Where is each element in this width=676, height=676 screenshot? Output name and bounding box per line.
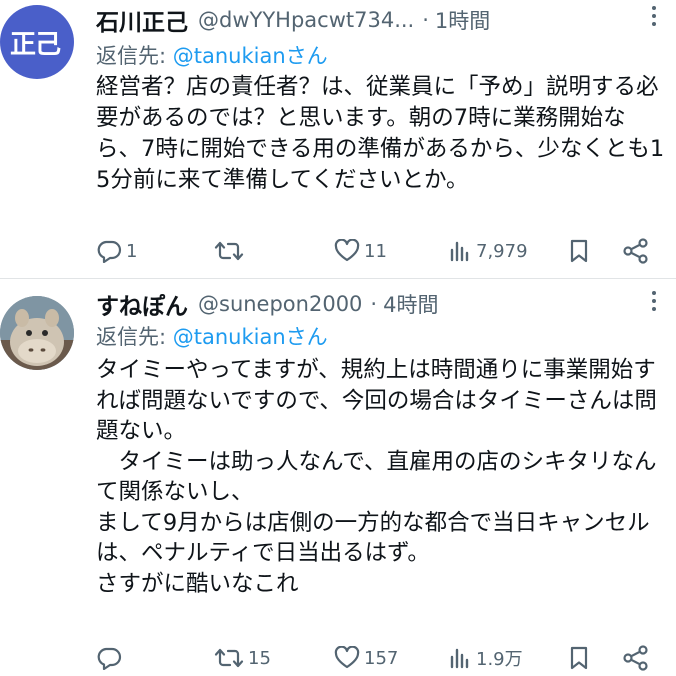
like-button[interactable]: 157	[334, 641, 398, 675]
reply-to-line: 返信先: @tanukianさん	[96, 321, 328, 351]
display-name[interactable]: すねぽん	[96, 287, 188, 321]
share-icon	[623, 645, 648, 671]
like-count: 157	[364, 647, 399, 669]
action-bar: 15 157 1.9万	[96, 641, 652, 675]
like-button[interactable]: 11	[334, 234, 387, 268]
avatar[interactable]	[0, 296, 74, 370]
timestamp[interactable]: 1時間	[435, 5, 490, 35]
reply-icon	[97, 647, 122, 670]
timestamp[interactable]: 4時間	[383, 289, 438, 319]
hippo-avatar-image	[0, 296, 74, 370]
action-bar: 1 11 7,979	[96, 234, 652, 268]
share-icon	[623, 238, 648, 264]
bookmark-button[interactable]	[568, 234, 590, 268]
tweet[interactable]: すねぽん @sunepon2000 · 4時間 返信先: @tanukianさん…	[0, 279, 676, 676]
reply-to-line: 返信先: @tanukianさん	[96, 40, 328, 70]
tweet-header: 石川正己 @dwYYHpacwt734... · 1時間	[96, 3, 660, 37]
like-icon	[334, 239, 360, 262]
more-icon[interactable]	[650, 6, 658, 32]
bookmark-button[interactable]	[568, 641, 590, 675]
reply-mention-link[interactable]: @tanukianさん	[173, 325, 328, 349]
reply-button[interactable]: 1	[96, 234, 137, 268]
views-icon	[450, 648, 469, 669]
retweet-button[interactable]	[214, 234, 248, 268]
view-count: 1.9万	[476, 649, 523, 670]
views-icon	[450, 241, 469, 262]
more-icon[interactable]	[650, 291, 658, 317]
views-button[interactable]: 7,979	[448, 234, 528, 268]
retweet-button[interactable]: 15	[214, 641, 271, 675]
reply-count: 1	[126, 240, 138, 262]
views-button[interactable]: 1.9万	[448, 641, 523, 675]
user-handle[interactable]: @dwYYHpacwt734...	[198, 8, 414, 32]
reply-to-label: 返信先:	[96, 44, 173, 68]
tweet-feed: 正己 石川正己 @dwYYHpacwt734... · 1時間 返信先: @ta…	[0, 0, 676, 676]
separator-dot: ·	[370, 292, 378, 316]
view-count: 7,979	[476, 240, 528, 262]
display-name[interactable]: 石川正己	[96, 3, 188, 37]
retweet-icon	[214, 648, 244, 668]
retweet-icon	[214, 241, 244, 261]
bookmark-icon	[570, 239, 588, 263]
reply-icon	[97, 240, 122, 263]
bookmark-icon	[570, 646, 588, 670]
like-count: 11	[364, 240, 387, 262]
retweet-count: 15	[248, 647, 271, 669]
like-icon	[334, 646, 360, 669]
reply-to-label: 返信先:	[96, 325, 173, 349]
avatar[interactable]: 正己	[0, 5, 74, 79]
tweet[interactable]: 正己 石川正己 @dwYYHpacwt734... · 1時間 返信先: @ta…	[0, 0, 676, 279]
reply-mention-link[interactable]: @tanukianさん	[173, 44, 328, 68]
avatar-initials: 正己	[9, 29, 61, 60]
tweet-header: すねぽん @sunepon2000 · 4時間	[96, 287, 660, 321]
share-button[interactable]	[622, 641, 650, 675]
reply-button[interactable]	[96, 641, 126, 675]
share-button[interactable]	[622, 234, 650, 268]
tweet-text: 経営者？店の責任者？は、従業員に「予め」説明する必要があるのでは？と思います。朝…	[96, 74, 665, 193]
separator-dot: ·	[422, 8, 429, 32]
user-handle[interactable]: @sunepon2000	[198, 292, 362, 316]
tweet-text: タイミーやってますが、規約上は時間通りに事業開始すれば問題ないですので、今回の場…	[96, 357, 657, 597]
